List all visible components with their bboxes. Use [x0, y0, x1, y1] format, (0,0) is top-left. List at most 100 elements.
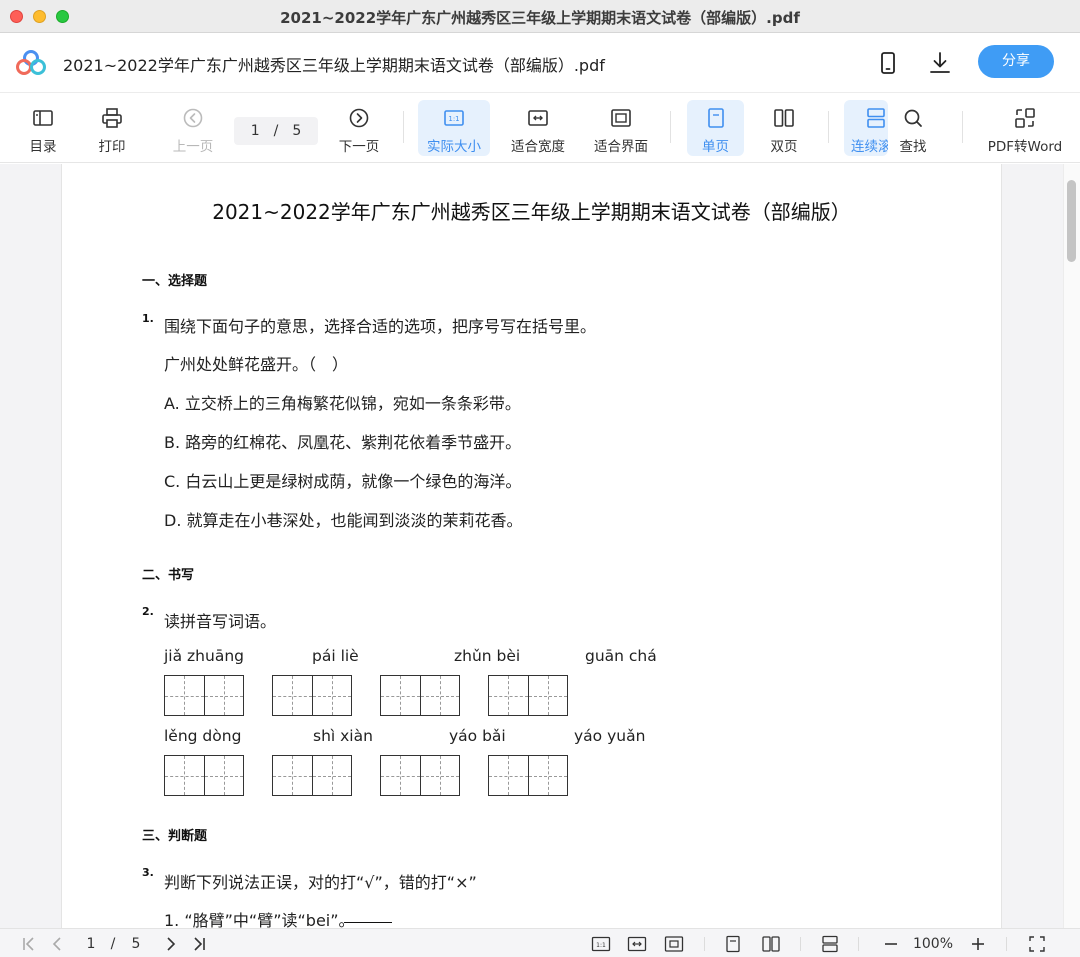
page-number-input[interactable]: 1 / 5 [234, 117, 318, 145]
download-icon[interactable] [927, 50, 953, 76]
writing-grid [272, 755, 352, 796]
double-page-icon [762, 936, 780, 952]
writing-grid [488, 755, 568, 796]
toolbar-label: 适合宽度 [511, 139, 565, 155]
toolbar-toc-button[interactable]: 目录 [20, 100, 66, 156]
toolbar-continuous-scroll-button[interactable]: 连续滚 [844, 100, 888, 156]
status-fit-page-button[interactable] [663, 934, 685, 954]
first-page-button[interactable] [18, 934, 40, 954]
status-total-pages: 5 [131, 936, 141, 952]
fit-page-icon [664, 936, 684, 952]
last-page-button[interactable] [188, 934, 210, 954]
search-icon [904, 109, 922, 127]
chevron-left-icon [52, 937, 61, 951]
toolbar-fit-page-button[interactable]: 适合界面 [588, 100, 654, 156]
page-separator: / [273, 123, 279, 139]
plus-icon [972, 938, 984, 950]
pinyin-label: pái liè [312, 647, 359, 665]
toolbar-divider [403, 111, 404, 143]
writing-grid [380, 755, 460, 796]
section-heading-judgement: 三、判断题 [142, 829, 208, 844]
writing-grid [272, 675, 352, 716]
toolbar-label: 目录 [29, 139, 57, 155]
convert-word-icon [1015, 108, 1035, 128]
toolbar-label: 上一页 [172, 139, 214, 155]
toolbar-pdf-to-word-button[interactable]: PDF转Word [984, 100, 1066, 156]
status-page-separator: / [110, 936, 116, 952]
document-viewer[interactable]: 2021~2022学年广东广州越秀区三年级上学期期末语文试卷（部编版） 一、选择… [0, 164, 1080, 928]
minus-icon [885, 943, 897, 945]
zoom-in-button[interactable] [967, 934, 989, 954]
toolbar-label: PDF转Word [987, 139, 1063, 155]
toolbar-print-button[interactable]: 打印 [89, 100, 135, 156]
toolbar-divider [828, 111, 829, 143]
status-fit-width-button[interactable] [626, 934, 648, 954]
single-page-icon [707, 108, 724, 128]
scrollbar-thumb[interactable] [1067, 180, 1076, 262]
toolbar-search-button[interactable]: 查找 [890, 100, 936, 156]
toolbar-next-page-button[interactable]: 下一页 [334, 100, 384, 156]
status-continuous-scroll-button[interactable] [819, 934, 841, 954]
question-2-prompt: 读拼音写词语。 [164, 612, 277, 631]
zoom-out-button[interactable] [880, 934, 902, 954]
answer-blank [344, 922, 392, 923]
toolbar-divider [670, 111, 671, 143]
toolbar-label: 打印 [98, 139, 126, 155]
status-divider [858, 937, 859, 951]
total-pages: 5 [292, 123, 302, 139]
pinyin-label: zhǔn bèi [454, 647, 521, 665]
question-1-option-b: B. 路旁的红棉花、凤凰花、紫荆花依着季节盛开。 [164, 433, 522, 452]
toolbar-single-page-button[interactable]: 单页 [687, 100, 744, 156]
pinyin-label: jiǎ zhuāng [164, 647, 244, 665]
vertical-scrollbar[interactable] [1063, 164, 1080, 928]
single-page-icon [726, 935, 740, 953]
share-button[interactable]: 分享 [978, 45, 1054, 78]
fit-page-icon [611, 109, 631, 127]
question-3-prompt: 判断下列说法正误，对的打“√”，错的打“×” [164, 873, 477, 892]
toolbar: 目录 打印 上一页 1 / 5 下一页 1:1 实际大小 适合宽度 适合界面 单… [0, 93, 1080, 163]
pinyin-label: yáo yuǎn [574, 727, 646, 745]
writing-grid [488, 675, 568, 716]
pinyin-label: lěng dòng [164, 727, 242, 745]
status-divider [800, 937, 801, 951]
svg-text:1:1: 1:1 [448, 115, 459, 123]
question-3-item-1: 1. “胳臂”中“臂”读“bei”。 [164, 911, 355, 928]
question-1-option-d: D. 就算走在小巷深处，也能闻到淡淡的茉莉花香。 [164, 511, 523, 530]
toc-icon [33, 110, 53, 126]
toolbar-prev-page-button[interactable]: 上一页 [168, 100, 218, 156]
fullscreen-button[interactable] [1026, 934, 1048, 954]
actual-size-icon: 1:1 [591, 936, 611, 952]
next-page-button[interactable] [160, 934, 182, 954]
status-divider [1006, 937, 1007, 951]
toolbar-label: 连续滚 [851, 139, 888, 155]
status-actual-size-button[interactable]: 1:1 [590, 934, 612, 954]
app-logo-icon [16, 50, 46, 75]
current-page: 1 [250, 123, 260, 139]
document-title: 2021~2022学年广东广州越秀区三年级上学期期末语文试卷（部编版）.pdf [63, 56, 605, 75]
question-1-sentence: 广州处处鲜花盛开。（ ） [164, 355, 349, 374]
pinyin-label: yáo bǎi [449, 727, 506, 745]
question-number: 2. [142, 605, 154, 618]
toolbar-divider [962, 111, 963, 143]
status-single-page-button[interactable] [722, 934, 744, 954]
status-double-page-button[interactable] [760, 934, 782, 954]
pinyin-label: shì xiàn [313, 727, 373, 745]
fit-width-icon [528, 110, 548, 126]
svg-text:1:1: 1:1 [596, 942, 606, 949]
toolbar-fit-width-button[interactable]: 适合宽度 [505, 100, 571, 156]
mobile-view-icon[interactable] [875, 50, 901, 76]
question-1-option-a: A. 立交桥上的三角梅繁花似锦，宛如一条条彩带。 [164, 394, 521, 413]
prev-page-button[interactable] [46, 934, 68, 954]
continuous-scroll-icon [867, 108, 885, 128]
window-titlebar: 2021~2022学年广东广州越秀区三年级上学期期末语文试卷（部编版）.pdf [0, 0, 1080, 33]
pdf-page: 2021~2022学年广东广州越秀区三年级上学期期末语文试卷（部编版） 一、选择… [61, 164, 1002, 928]
question-number: 1. [142, 312, 154, 325]
question-number: 3. [142, 866, 154, 879]
status-current-page[interactable]: 1 [82, 934, 100, 954]
app-header: 2021~2022学年广东广州越秀区三年级上学期期末语文试卷（部编版）.pdf … [0, 33, 1080, 93]
zoom-level[interactable]: 100% [910, 934, 956, 954]
toolbar-actual-size-button[interactable]: 1:1 实际大小 [418, 100, 490, 156]
section-heading-writing: 二、书写 [142, 568, 195, 583]
toolbar-double-page-button[interactable]: 双页 [758, 100, 810, 156]
actual-size-icon: 1:1 [444, 110, 464, 126]
